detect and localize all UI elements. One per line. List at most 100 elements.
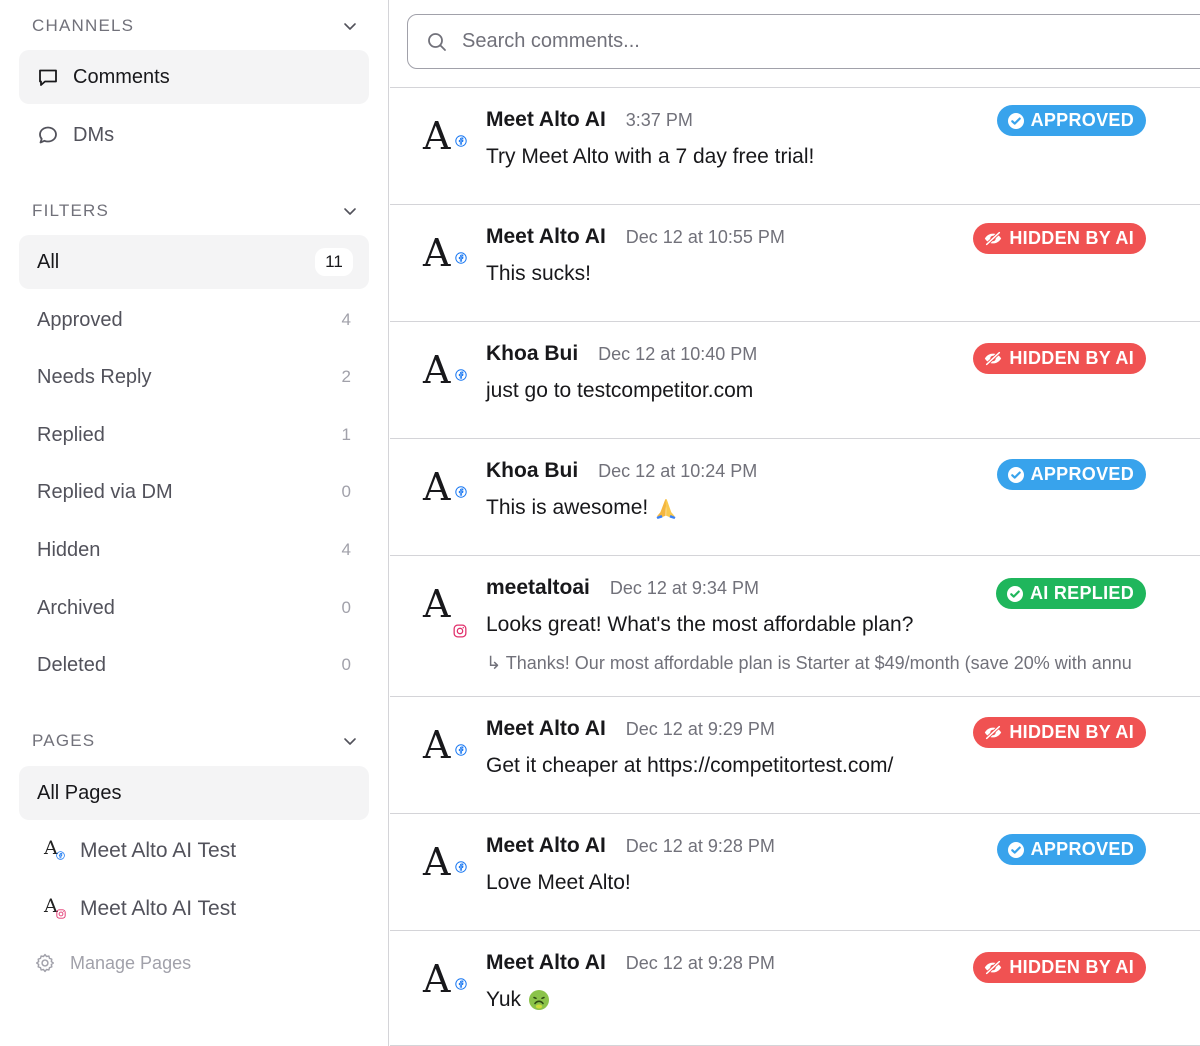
channel-item-label: Comments bbox=[73, 65, 170, 88]
facebook-icon bbox=[455, 977, 467, 991]
channel-item-dms[interactable]: DMs bbox=[19, 108, 369, 162]
status-badge-hidden[interactable]: HIDDEN BY AI bbox=[973, 952, 1146, 983]
comment-text-content: This is awesome! bbox=[486, 496, 649, 519]
page-item-facebook[interactable]: A Meet Alto AI Test bbox=[44, 831, 236, 871]
status-badge-label: APPROVED bbox=[1030, 839, 1134, 859]
status-badge-hidden[interactable]: HIDDEN BY AI bbox=[973, 223, 1146, 254]
status-badge-approved[interactable]: APPROVED bbox=[996, 459, 1146, 490]
comment-card[interactable]: A Meet Alto AI Dec 12 at 9:29 PM Get it … bbox=[390, 697, 1200, 814]
comment-author[interactable]: Meet Alto AI bbox=[486, 951, 606, 975]
eye-off-icon bbox=[983, 960, 1003, 975]
filter-item-label: Replied bbox=[37, 423, 105, 446]
comment-author[interactable]: Meet Alto AI bbox=[486, 225, 606, 249]
comment-header: Meet Alto AI Dec 12 at 10:55 PM bbox=[486, 225, 785, 249]
comment-card[interactable]: A Khoa Bui Dec 12 at 10:40 PM just go to… bbox=[390, 322, 1200, 439]
manage-pages-link[interactable]: Manage Pages bbox=[34, 952, 191, 974]
filter-item-all[interactable]: All 11 bbox=[19, 235, 369, 289]
status-badge-label: APPROVED bbox=[1030, 464, 1134, 484]
comment-header: Meet Alto AI Dec 12 at 9:29 PM bbox=[486, 717, 775, 741]
status-badge-label: AI REPLIED bbox=[1029, 583, 1134, 603]
comment-text: Love Meet Alto! bbox=[486, 871, 631, 894]
avatar-letter: A bbox=[423, 348, 451, 392]
filter-item-replied[interactable]: Replied 1 bbox=[19, 408, 369, 462]
facebook-icon bbox=[455, 485, 467, 499]
status-badge-label: HIDDEN BY AI bbox=[1009, 957, 1134, 977]
filter-count: 0 bbox=[341, 655, 351, 674]
status-badge-ai-replied[interactable]: AI REPLIED bbox=[995, 578, 1146, 609]
manage-pages-label: Manage Pages bbox=[70, 952, 192, 973]
comment-header: Meet Alto AI 3:37 PM bbox=[486, 108, 693, 132]
comment-card[interactable]: A Meet Alto AI Dec 12 at 9:28 PM Yuk HID… bbox=[390, 931, 1200, 1046]
comment-card[interactable]: A Meet Alto AI Dec 12 at 9:28 PM Love Me… bbox=[390, 814, 1200, 931]
instagram-icon bbox=[56, 909, 66, 919]
gear-icon bbox=[36, 953, 54, 973]
comment-text: Try Meet Alto with a 7 day free trial! bbox=[486, 145, 815, 168]
chevron-down-icon[interactable] bbox=[342, 203, 358, 219]
filter-count: 0 bbox=[341, 598, 351, 617]
avatar-letter: A bbox=[423, 840, 451, 884]
comment-text-content: Yuk bbox=[486, 988, 522, 1011]
filter-item-label: Archived bbox=[37, 596, 115, 619]
chevron-down-icon[interactable] bbox=[342, 733, 358, 749]
comment-author[interactable]: Meet Alto AI bbox=[486, 108, 606, 132]
filter-item-replied-via-dm[interactable]: Replied via DM 0 bbox=[19, 465, 369, 519]
filter-count: 1 bbox=[341, 425, 351, 444]
comment-header: Khoa Bui Dec 12 at 10:40 PM bbox=[486, 342, 757, 366]
comment-time: 3:37 PM bbox=[625, 110, 693, 130]
status-badge-hidden[interactable]: HIDDEN BY AI bbox=[973, 343, 1146, 374]
comment-card[interactable]: A Meet Alto AI Dec 12 at 10:55 PM This s… bbox=[390, 205, 1200, 322]
page-item-instagram[interactable]: A Meet Alto AI Test bbox=[44, 889, 236, 929]
status-badge-label: HIDDEN BY AI bbox=[1009, 228, 1134, 248]
comment-text: Get it cheaper at https://competitortest… bbox=[486, 754, 894, 777]
comment-author[interactable]: Khoa Bui bbox=[486, 459, 578, 483]
channel-item-comments[interactable]: Comments bbox=[19, 50, 369, 104]
ai-reply-text: Thanks! Our most affordable plan is Star… bbox=[505, 653, 1132, 673]
comment-header: Meet Alto AI Dec 12 at 9:28 PM bbox=[486, 834, 775, 858]
filter-item-archived[interactable]: Archived 0 bbox=[19, 581, 369, 635]
search-input[interactable] bbox=[462, 30, 1062, 53]
chevron-down-icon[interactable] bbox=[342, 18, 358, 34]
eye-off-icon bbox=[983, 351, 1003, 366]
filter-item-label: Deleted bbox=[37, 653, 106, 676]
comment-author[interactable]: Meet Alto AI bbox=[486, 717, 606, 741]
avatar: A bbox=[423, 233, 471, 281]
comment-card[interactable]: A Khoa Bui Dec 12 at 10:24 PM This is aw… bbox=[390, 439, 1200, 556]
pages-section-title: PAGES bbox=[32, 731, 96, 750]
comment-author[interactable]: meetaltoai bbox=[486, 576, 590, 600]
comment-author[interactable]: Meet Alto AI bbox=[486, 834, 606, 858]
status-badge-hidden[interactable]: HIDDEN BY AI bbox=[973, 717, 1146, 748]
avatar-letter: A bbox=[423, 231, 451, 275]
comment-card[interactable]: A Meet Alto AI 3:37 PM Try Meet Alto wit… bbox=[390, 88, 1200, 205]
facebook-icon bbox=[455, 860, 467, 874]
status-badge-approved[interactable]: APPROVED bbox=[996, 105, 1146, 136]
pages-section-header[interactable]: PAGES bbox=[32, 726, 358, 756]
channel-item-label: DMs bbox=[73, 123, 115, 146]
page-item-label: Meet Alto AI Test bbox=[80, 839, 237, 862]
avatar-letter: A bbox=[423, 114, 451, 158]
ai-reply-preview[interactable]: ↳ Thanks! Our most affordable plan is St… bbox=[486, 653, 1132, 674]
filter-item-needs-reply[interactable]: Needs Reply 2 bbox=[19, 350, 369, 404]
filter-count: 11 bbox=[315, 248, 353, 276]
search-box[interactable] bbox=[407, 14, 1200, 69]
status-badge-approved[interactable]: APPROVED bbox=[996, 834, 1146, 865]
filter-item-deleted[interactable]: Deleted 0 bbox=[19, 638, 369, 692]
comments-panel: A Meet Alto AI 3:37 PM Try Meet Alto wit… bbox=[390, 0, 1200, 1046]
filter-item-approved[interactable]: Approved 4 bbox=[19, 293, 369, 347]
comment-author[interactable]: Khoa Bui bbox=[486, 342, 578, 366]
filter-item-hidden[interactable]: Hidden 4 bbox=[19, 523, 369, 577]
reply-arrow-icon: ↳ bbox=[486, 653, 502, 673]
comment-time: Dec 12 at 10:40 PM bbox=[598, 344, 758, 364]
page-item-all-pages[interactable]: All Pages bbox=[19, 766, 369, 820]
chat-bubble-icon bbox=[39, 126, 57, 144]
comment-card[interactable]: A meetaltoai Dec 12 at 9:34 PM Looks gre… bbox=[390, 556, 1200, 697]
eye-off-icon bbox=[983, 725, 1003, 740]
sidebar: CHANNELS Comments DMs FILTERS All 11 App… bbox=[0, 0, 389, 1046]
channels-section-header[interactable]: CHANNELS bbox=[32, 11, 358, 41]
comment-text: Looks great! What's the most affordable … bbox=[486, 613, 914, 636]
filters-section-header[interactable]: FILTERS bbox=[32, 196, 358, 226]
page-item-label: All Pages bbox=[37, 781, 122, 804]
filter-item-label: Replied via DM bbox=[37, 480, 173, 503]
filter-item-label: All bbox=[37, 250, 60, 273]
filter-item-label: Hidden bbox=[37, 538, 101, 561]
comment-time: Dec 12 at 9:29 PM bbox=[625, 719, 775, 739]
